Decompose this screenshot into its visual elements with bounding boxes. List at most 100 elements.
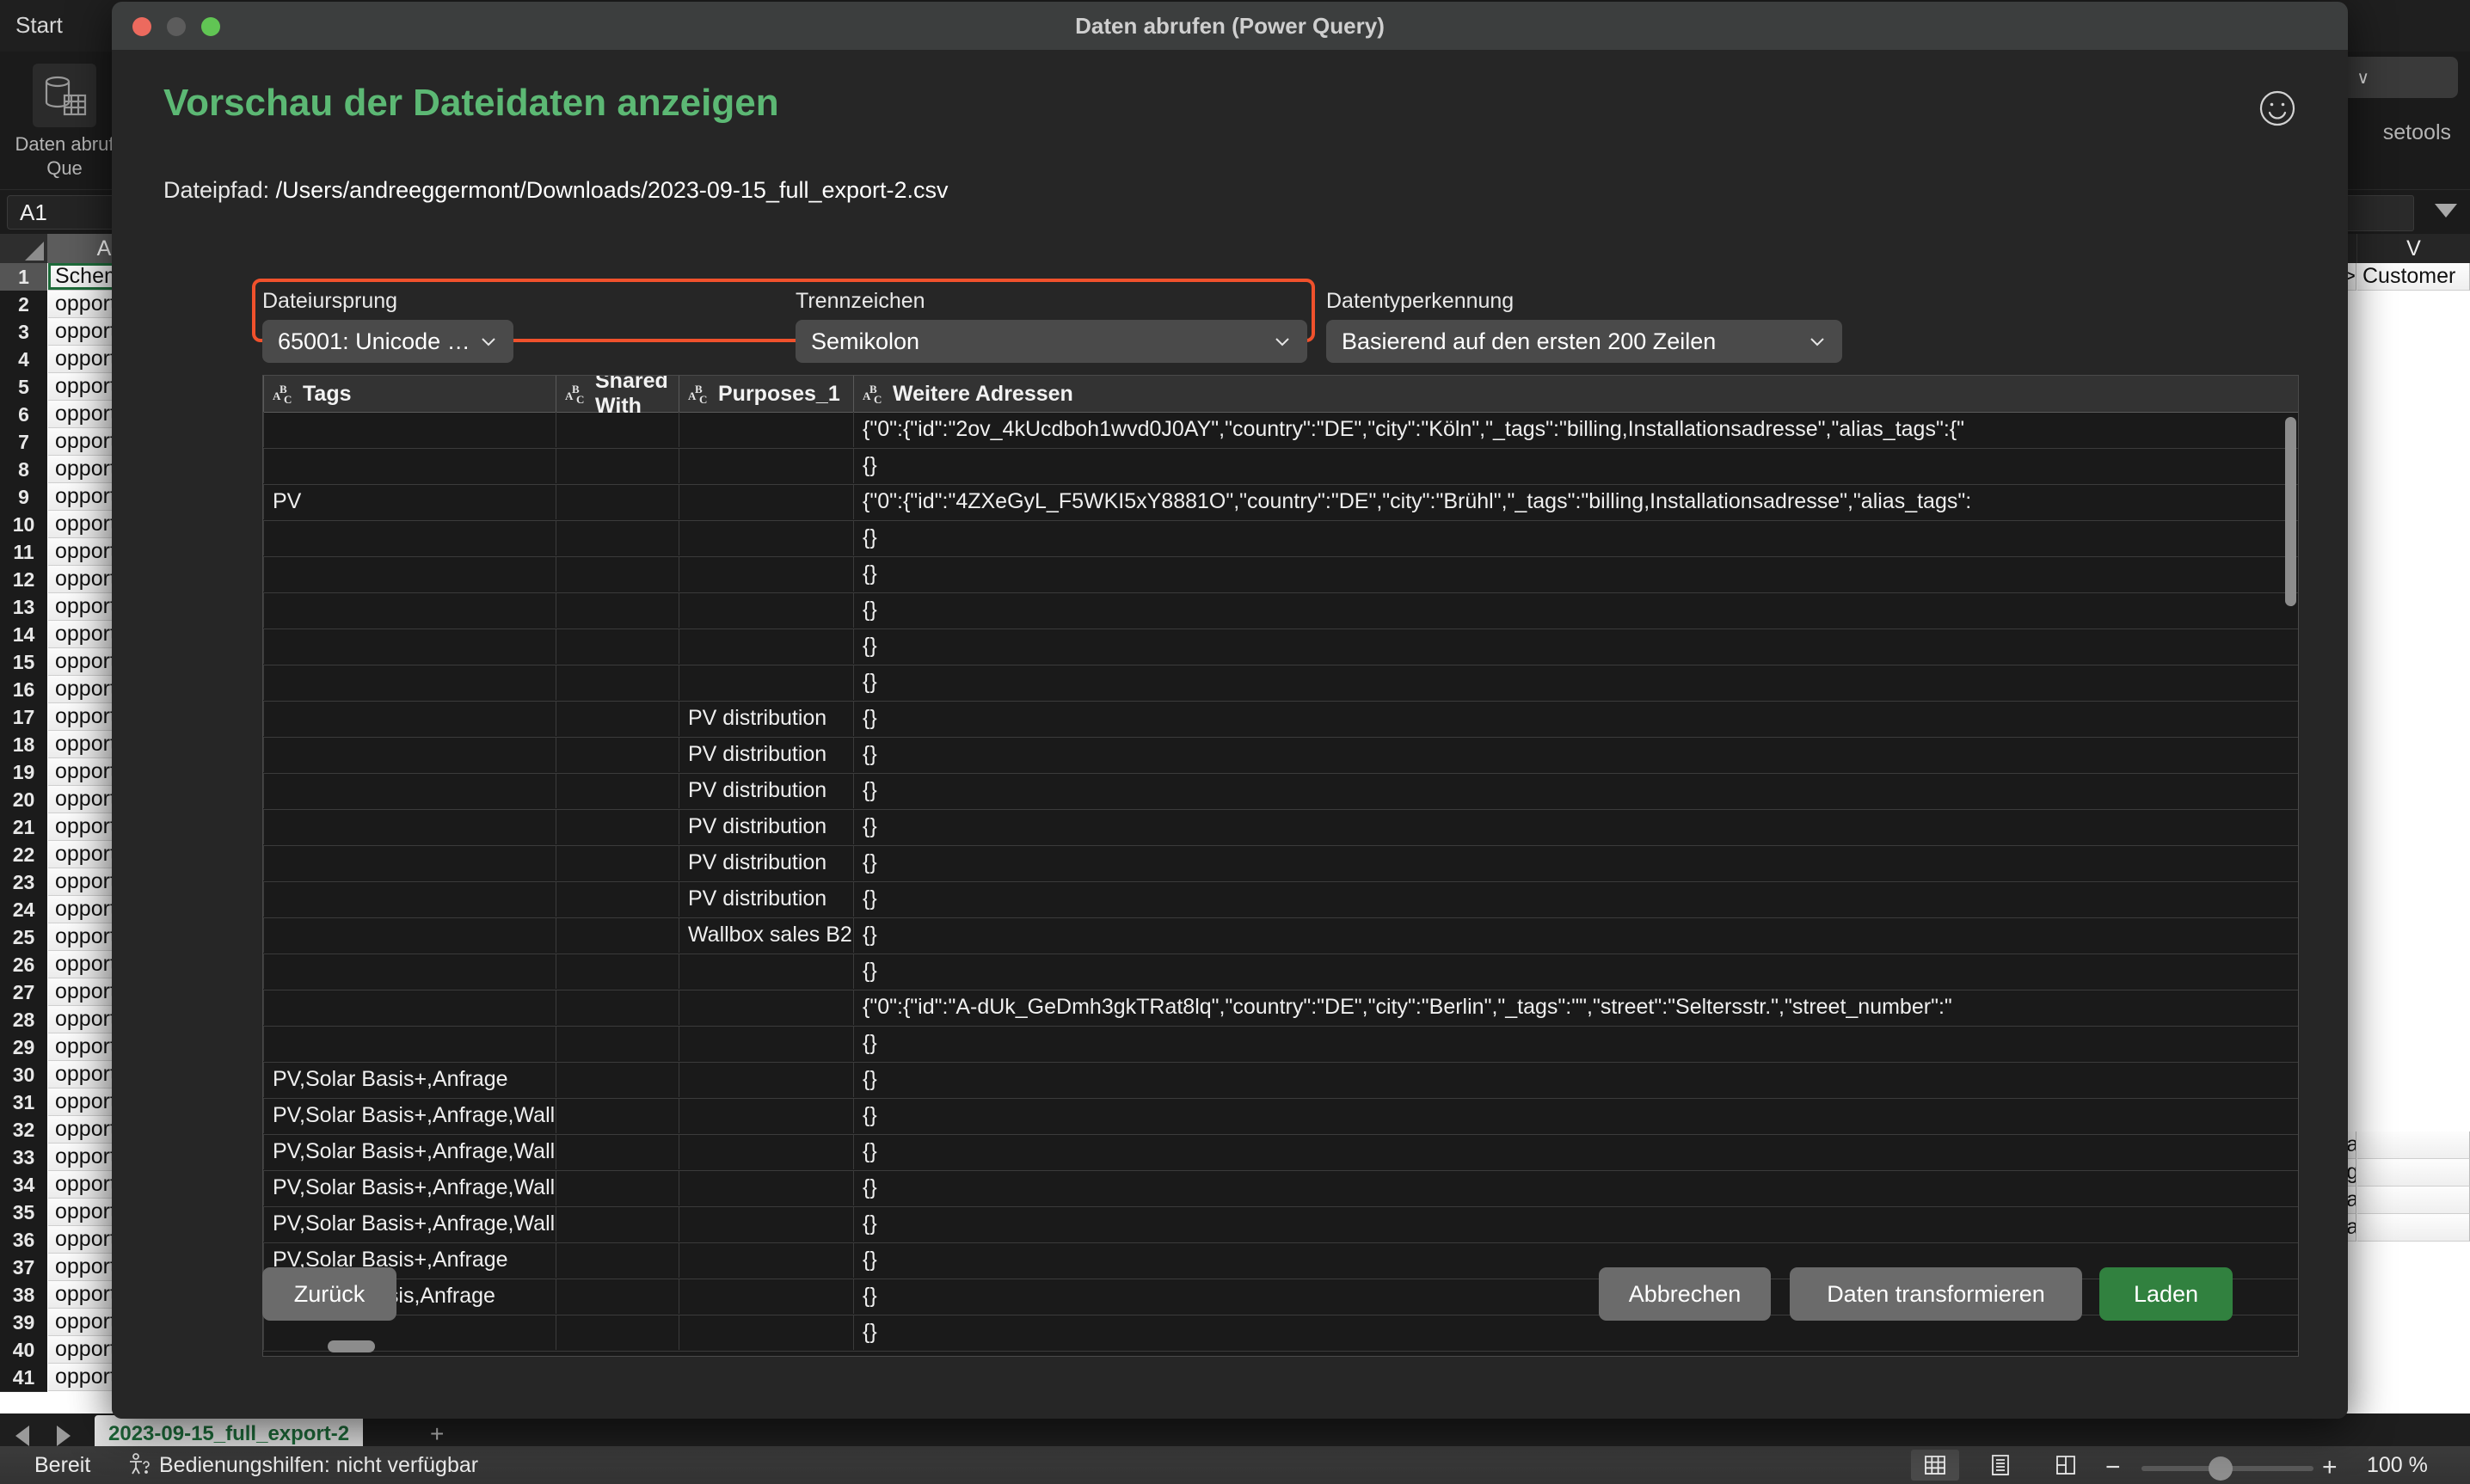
row-header[interactable]: 41 <box>0 1364 47 1392</box>
table-cell[interactable]: {} <box>853 845 2298 880</box>
table-cell[interactable] <box>556 629 679 664</box>
table-cell[interactable] <box>556 1170 679 1205</box>
table-row[interactable]: PV {"0":{"id":"4ZXeGyL_F5WKI5xY8881O","co… <box>263 484 2298 521</box>
table-cell[interactable] <box>679 954 853 989</box>
row-header[interactable]: 6 <box>0 401 47 429</box>
table-column-header[interactable]: A B C Purposes_1 <box>679 376 853 412</box>
table-row[interactable]: {} <box>263 629 2298 665</box>
table-cell[interactable] <box>556 412 679 447</box>
table-cell[interactable]: {} <box>853 448 2298 483</box>
table-row[interactable]: {"0":{"id":"2ov_4kUcdboh1wvd0J0AY","coun… <box>263 412 2298 449</box>
table-cell[interactable]: {} <box>853 1206 2298 1242</box>
table-cell[interactable] <box>679 629 853 664</box>
table-cell[interactable]: {} <box>853 701 2298 736</box>
data-type-detection-select[interactable]: Basierend auf den ersten 200 Zeilen <box>1326 320 1842 363</box>
row-header[interactable]: 32 <box>0 1116 47 1144</box>
table-cell[interactable] <box>556 1206 679 1242</box>
table-cell[interactable] <box>679 1134 853 1169</box>
grid-cell[interactable] <box>2357 1159 2470 1187</box>
table-cell[interactable] <box>263 520 556 555</box>
table-cell[interactable] <box>679 1098 853 1133</box>
table-cell[interactable] <box>263 954 556 989</box>
row-header[interactable]: 20 <box>0 786 47 814</box>
table-cell[interactable]: PV distribution <box>679 737 853 772</box>
table-cell[interactable]: {} <box>853 520 2298 555</box>
table-cell[interactable] <box>556 592 679 628</box>
zoom-out-button[interactable]: − <box>2105 1453 2121 1482</box>
table-row[interactable]: PV,Solar Basis+,Anfrage {} <box>263 1062 2298 1099</box>
ribbon-tab-start[interactable]: Start <box>15 12 63 39</box>
row-header[interactable]: 5 <box>0 373 47 402</box>
table-row[interactable]: Wallbox sales B2C,PV distributi…{} <box>263 917 2298 954</box>
row-header[interactable]: 21 <box>0 813 47 842</box>
table-cell[interactable] <box>263 629 556 664</box>
row-header[interactable]: 39 <box>0 1309 47 1337</box>
row-header[interactable]: 13 <box>0 593 47 622</box>
dialog-title-bar[interactable]: Daten abrufen (Power Query) <box>112 2 2348 51</box>
column-header-v[interactable]: V <box>2357 234 2470 263</box>
table-row[interactable]: {} <box>263 556 2298 593</box>
table-cell[interactable] <box>263 701 556 736</box>
row-header[interactable]: 25 <box>0 923 47 952</box>
table-column-header[interactable]: A B C Tags <box>263 376 556 412</box>
row-header[interactable]: 2 <box>0 291 47 319</box>
table-cell[interactable]: {} <box>853 629 2298 664</box>
table-cell[interactable] <box>556 990 679 1025</box>
table-cell[interactable] <box>263 845 556 880</box>
table-cell[interactable]: {} <box>853 665 2298 700</box>
table-cell[interactable]: PV,Solar Basis+,Anfrage <box>263 1062 556 1097</box>
row-header[interactable]: 11 <box>0 538 47 567</box>
row-header[interactable]: 24 <box>0 896 47 924</box>
table-cell[interactable]: PV distribution <box>679 845 853 880</box>
row-header[interactable]: 4 <box>0 346 47 374</box>
row-header[interactable]: 15 <box>0 648 47 677</box>
row-header[interactable]: 8 <box>0 456 47 484</box>
row-header[interactable]: 1 <box>0 263 47 291</box>
row-header[interactable]: 19 <box>0 758 47 787</box>
table-cell[interactable] <box>679 1026 853 1061</box>
table-cell[interactable]: {"0":{"id":"2ov_4kUcdboh1wvd0J0AY","coun… <box>853 412 2298 447</box>
table-cell[interactable] <box>263 881 556 917</box>
table-cell[interactable]: PV <box>263 484 556 519</box>
row-header[interactable]: 28 <box>0 1006 47 1034</box>
row-header[interactable]: 37 <box>0 1254 47 1282</box>
table-column-header[interactable]: A B C Shared With <box>556 376 679 418</box>
table-cell[interactable] <box>556 773 679 808</box>
table-row[interactable]: {"0":{"id":"A-dUk_GeDmh3gkTRat8lq","coun… <box>263 990 2298 1027</box>
table-cell[interactable] <box>679 1242 853 1278</box>
grid-cell[interactable] <box>2357 1131 2470 1159</box>
row-header[interactable]: 17 <box>0 703 47 732</box>
row-header[interactable]: 7 <box>0 428 47 457</box>
sheet-prev-icon[interactable] <box>15 1426 29 1446</box>
table-cell[interactable] <box>556 520 679 555</box>
table-cell[interactable] <box>556 665 679 700</box>
table-cell[interactable]: PV,Solar Basis+,Anfrage,Wallbox,22 kW,La… <box>263 1170 556 1205</box>
row-header[interactable]: 35 <box>0 1199 47 1227</box>
table-row[interactable]: PV distribution{} <box>263 701 2298 738</box>
row-header[interactable]: 12 <box>0 566 47 594</box>
delimiter-select[interactable]: Semikolon <box>796 320 1307 363</box>
row-header[interactable]: 33 <box>0 1144 47 1172</box>
table-row[interactable]: {} <box>263 1026 2298 1063</box>
table-cell[interactable] <box>556 881 679 917</box>
get-data-button[interactable]: Daten abruf Que <box>0 64 129 181</box>
table-cell[interactable] <box>556 954 679 989</box>
table-row[interactable]: PV,Solar Basis+,Anfrage,Wallbox,22 kW,La… <box>263 1206 2298 1243</box>
table-cell[interactable]: PV,Solar Basis+,Anfrage,Wallbox,22 kW,La… <box>263 1206 556 1242</box>
table-cell[interactable] <box>263 809 556 844</box>
grid-cell[interactable] <box>2357 1214 2470 1242</box>
table-row[interactable]: PV distribution{} <box>263 773 2298 810</box>
row-header[interactable]: 3 <box>0 318 47 346</box>
table-cell[interactable] <box>556 556 679 592</box>
table-row[interactable]: PV distribution{} <box>263 881 2298 918</box>
table-cell[interactable]: PV distribution <box>679 809 853 844</box>
grid-cell[interactable]: Customer <box>2357 263 2470 291</box>
table-cell[interactable] <box>263 737 556 772</box>
row-header[interactable]: 26 <box>0 951 47 979</box>
sheet-next-icon[interactable] <box>57 1426 71 1446</box>
table-cell[interactable] <box>679 412 853 447</box>
row-header[interactable]: 34 <box>0 1171 47 1199</box>
view-page-layout-button[interactable] <box>1976 1450 2025 1481</box>
table-row[interactable]: {} <box>263 592 2298 629</box>
row-header[interactable]: 18 <box>0 731 47 759</box>
